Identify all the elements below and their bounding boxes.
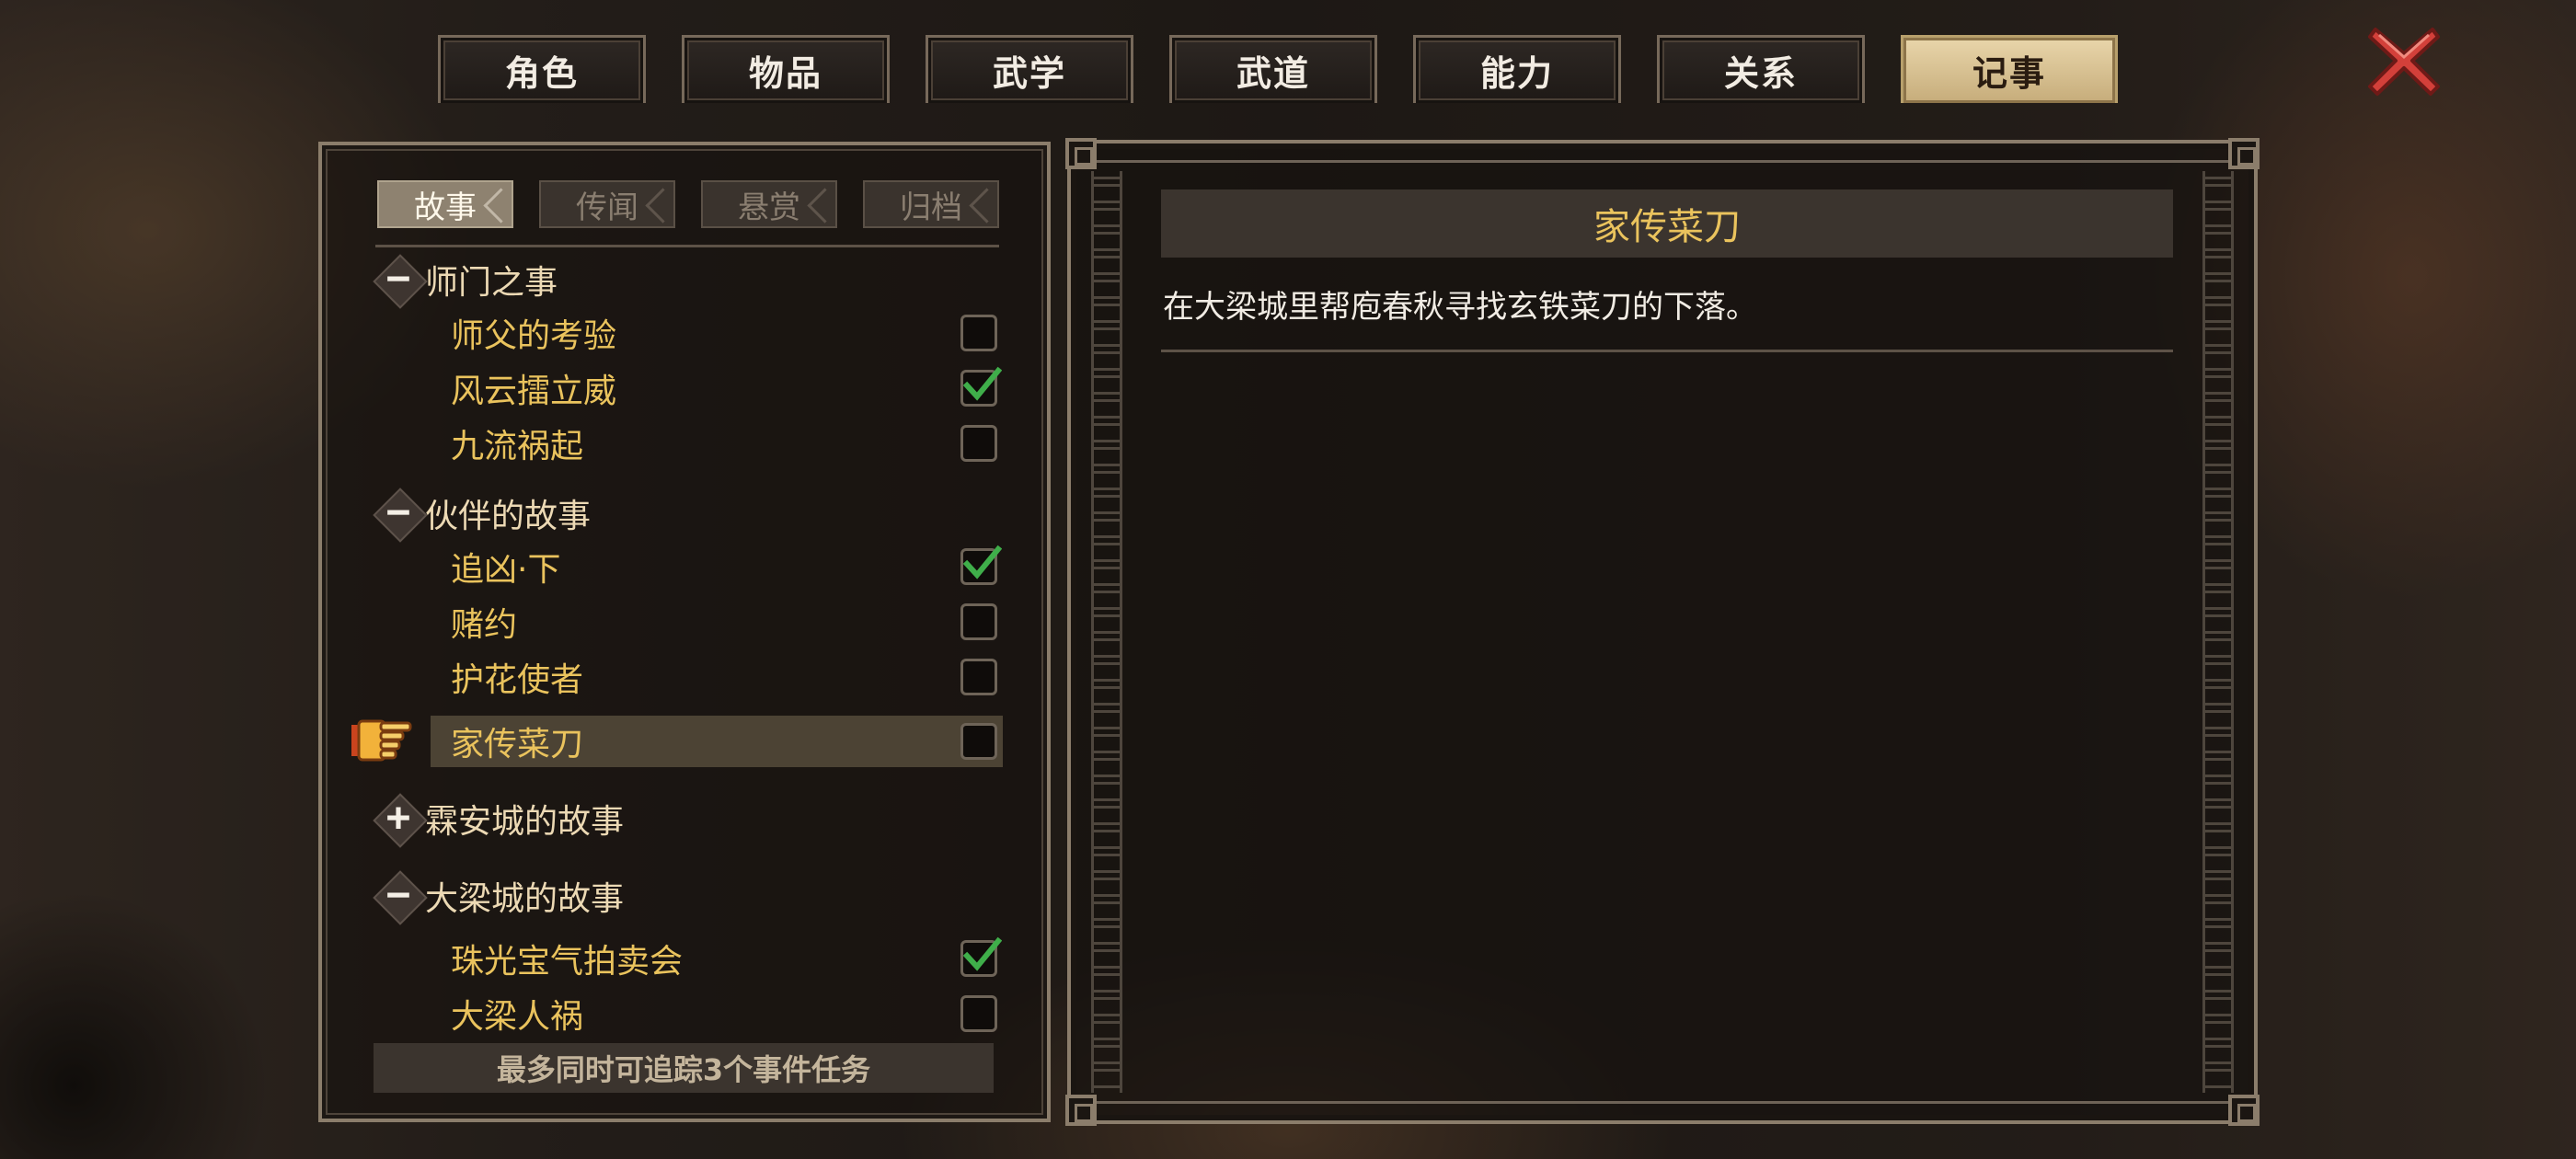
fret-pattern-left xyxy=(1091,171,1122,1093)
quest-row[interactable]: 风云擂立威 xyxy=(431,362,1003,414)
checkmark-icon xyxy=(962,545,1002,580)
group-header-daliang-city[interactable]: − 大梁城的故事 xyxy=(373,870,625,925)
track-checkbox[interactable] xyxy=(960,366,1002,407)
group-title: 霖安城的故事 xyxy=(425,803,625,841)
tab-martial-arts[interactable]: 武学 xyxy=(926,35,1133,103)
frame-line-bottom xyxy=(1071,1101,2254,1104)
track-checkbox[interactable] xyxy=(960,603,997,640)
corner-ornament xyxy=(1065,1095,1097,1126)
frame-line-top xyxy=(1071,160,2254,163)
tab-journal[interactable]: 记事 xyxy=(1901,35,2118,103)
tab-relations[interactable]: 关系 xyxy=(1657,35,1865,103)
quest-name: 九流祸起 xyxy=(451,428,584,465)
collapse-icon[interactable]: − xyxy=(373,870,428,925)
corner-ornament xyxy=(2228,138,2260,169)
corner-ornament xyxy=(1065,138,1097,169)
track-checkbox[interactable] xyxy=(960,723,997,760)
group-title: 师门之事 xyxy=(425,264,558,302)
quest-row[interactable]: 赌约 xyxy=(431,596,1003,648)
group-header-companions[interactable]: − 伙伴的故事 xyxy=(373,488,592,543)
fret-pattern-right xyxy=(2202,171,2234,1093)
detail-divider xyxy=(1161,350,2173,352)
group-title: 伙伴的故事 xyxy=(425,498,592,535)
tracking-limit-note: 最多同时可追踪3个事件任务 xyxy=(374,1043,994,1093)
quest-name: 珠光宝气拍卖会 xyxy=(451,943,684,981)
quest-detail-title: 家传菜刀 xyxy=(1161,189,2173,258)
quest-name: 家传菜刀 xyxy=(451,726,584,763)
tab-items[interactable]: 物品 xyxy=(682,35,890,103)
expand-icon[interactable]: + xyxy=(373,793,428,848)
group-header-linan-city[interactable]: + 霖安城的故事 xyxy=(373,793,625,848)
track-checkbox[interactable] xyxy=(960,315,997,351)
quest-row[interactable]: 追凶·下 xyxy=(431,541,1003,592)
quest-name: 风云擂立威 xyxy=(451,373,617,410)
pointing-hand-icon xyxy=(351,719,412,762)
quest-name: 大梁人祸 xyxy=(451,998,584,1036)
subtab-rumors[interactable]: 传闻 xyxy=(539,180,681,228)
track-checkbox[interactable] xyxy=(960,659,997,695)
quest-name: 追凶·下 xyxy=(451,551,561,589)
track-checkbox[interactable] xyxy=(960,936,1002,977)
track-checkbox[interactable] xyxy=(960,545,1002,585)
subtab-stories[interactable]: 故事 xyxy=(377,180,519,228)
quest-name: 赌约 xyxy=(451,606,518,644)
quest-list-panel: 故事 传闻 悬赏 归档 − 师门之事 师父的考验 风云擂立威 九流祸起 − 伙伴… xyxy=(318,142,1051,1122)
subtab-divider xyxy=(375,245,999,247)
corner-ornament xyxy=(2228,1095,2260,1126)
collapse-icon[interactable]: − xyxy=(373,488,428,543)
subtab-archive[interactable]: 归档 xyxy=(863,180,1005,228)
close-button[interactable] xyxy=(2364,20,2444,99)
quest-row[interactable]: 大梁人祸 xyxy=(431,988,1003,1039)
quest-row-selected[interactable]: 家传菜刀 xyxy=(431,716,1003,767)
close-x-icon xyxy=(2368,28,2440,96)
track-checkbox[interactable] xyxy=(960,995,997,1032)
quest-name: 护花使者 xyxy=(451,661,584,699)
subtab-bounties[interactable]: 悬赏 xyxy=(701,180,843,228)
quest-name: 师父的考验 xyxy=(451,317,617,355)
tab-martial-way[interactable]: 武道 xyxy=(1169,35,1377,103)
group-title: 大梁城的故事 xyxy=(425,880,625,918)
quest-row[interactable]: 珠光宝气拍卖会 xyxy=(431,933,1003,984)
tab-character[interactable]: 角色 xyxy=(438,35,646,103)
checkmark-icon xyxy=(962,366,1002,401)
quest-row[interactable]: 护花使者 xyxy=(431,651,1003,703)
quest-detail-description: 在大梁城里帮庖春秋寻找玄铁菜刀的下落。 xyxy=(1163,289,1757,326)
track-checkbox[interactable] xyxy=(960,425,997,462)
tab-abilities[interactable]: 能力 xyxy=(1413,35,1621,103)
checkmark-icon xyxy=(962,936,1002,971)
quest-detail-panel: 家传菜刀 在大梁城里帮庖春秋寻找玄铁菜刀的下落。 xyxy=(1065,138,2260,1126)
quest-row[interactable]: 九流祸起 xyxy=(431,418,1003,469)
quest-row[interactable]: 师父的考验 xyxy=(431,307,1003,359)
collapse-icon[interactable]: − xyxy=(373,254,428,309)
group-header-sect-affairs[interactable]: − 师门之事 xyxy=(373,254,558,309)
